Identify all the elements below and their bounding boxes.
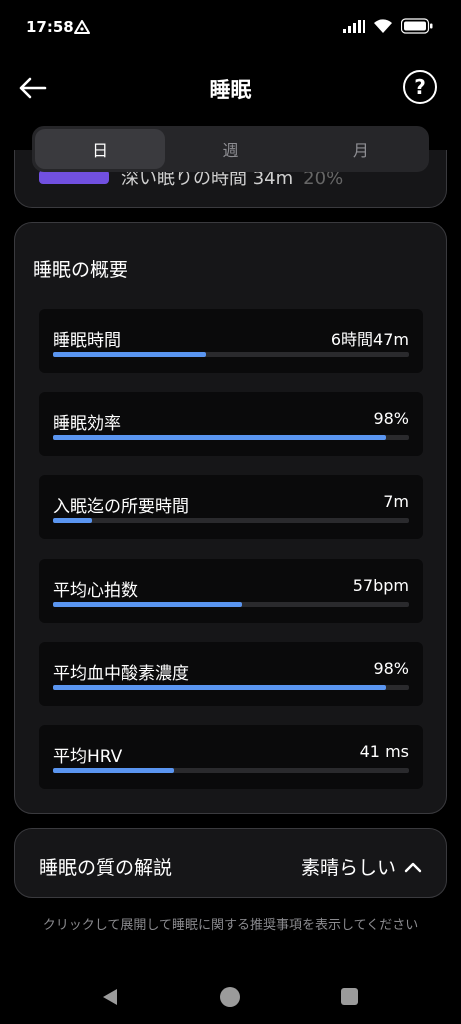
battery-icon — [401, 18, 433, 34]
metric-sleep-efficiency: 睡眠効率 98% — [39, 392, 423, 456]
nav-back-icon[interactable] — [101, 988, 119, 1006]
expand-hint: クリックして展開して睡眠に関する推奨事項を表示してください — [42, 918, 419, 933]
metric-avg-hrv: 平均HRV 41 ms — [39, 725, 423, 789]
metric-label: 入眠迄の所要時間 — [53, 497, 189, 517]
metric-progress-fill — [53, 602, 242, 607]
status-icons — [343, 18, 433, 34]
metric-sleep-latency: 入眠迄の所要時間 7m — [39, 475, 423, 539]
nav-recents-icon[interactable] — [341, 988, 358, 1005]
metric-progress-track — [53, 685, 409, 690]
metric-avg-blood-oxygen: 平均血中酸素濃度 98% — [39, 642, 423, 706]
chevron-up-icon — [404, 862, 422, 872]
metric-progress-fill — [53, 685, 386, 690]
app-notification-icon — [74, 20, 90, 34]
metric-progress-track — [53, 352, 409, 357]
metric-value: 57bpm — [352, 576, 409, 595]
metric-label: 睡眠効率 — [53, 414, 121, 434]
metric-progress-track — [53, 435, 409, 440]
summary-title: 睡眠の概要 — [33, 259, 129, 281]
tab-month[interactable]: 月 — [296, 129, 426, 169]
quality-right: 素晴らしい — [301, 853, 422, 880]
help-icon: ? — [414, 75, 426, 99]
metric-value: 98% — [373, 659, 409, 678]
page-title: 睡眠 — [209, 78, 252, 102]
quality-value: 素晴らしい — [300, 857, 396, 879]
metric-label: 平均血中酸素濃度 — [53, 664, 189, 684]
sleep-summary-card: 睡眠の概要 睡眠時間 6時間47m 睡眠効率 98% 入眠迄の所要時間 7m 平… — [14, 222, 447, 814]
metric-progress-fill — [53, 435, 386, 440]
system-nav-bar — [0, 970, 461, 1024]
metric-value: 41 ms — [359, 742, 409, 761]
metric-value: 7m — [383, 492, 409, 511]
metric-progress-track — [53, 602, 409, 607]
status-time: 17:58 — [26, 18, 74, 36]
sleep-quality-toggle[interactable]: 睡眠の質の解説 素晴らしい — [14, 828, 447, 898]
tab-day[interactable]: 日 — [35, 129, 166, 169]
metric-value: 98% — [373, 409, 409, 428]
metric-progress-fill — [53, 768, 175, 773]
metric-value: 6時間47m — [330, 330, 409, 349]
nav-home-icon[interactable] — [220, 987, 240, 1007]
period-tabs: 日 週 月 — [32, 126, 429, 172]
signal-icon — [343, 20, 365, 33]
wifi-icon — [374, 18, 392, 33]
tab-week[interactable]: 週 — [165, 129, 295, 169]
metric-avg-heart-rate: 平均心拍数 57bpm — [39, 559, 423, 623]
metric-label: 平均HRV — [53, 747, 123, 767]
deep-sleep-legend-bar — [39, 170, 109, 184]
metric-progress-track — [53, 518, 409, 523]
metric-progress-fill — [53, 518, 93, 523]
metric-progress-track — [53, 768, 409, 773]
metric-progress-fill — [53, 352, 207, 357]
metric-label: 睡眠時間 — [53, 331, 121, 351]
metric-sleep-duration: 睡眠時間 6時間47m — [39, 309, 423, 373]
help-button[interactable]: ? — [403, 70, 437, 104]
quality-label: 睡眠の質の解説 — [39, 857, 173, 879]
metric-label: 平均心拍数 — [53, 581, 138, 601]
app-bar: 睡眠 ? — [0, 62, 461, 114]
status-bar: 17:58 — [0, 0, 461, 60]
